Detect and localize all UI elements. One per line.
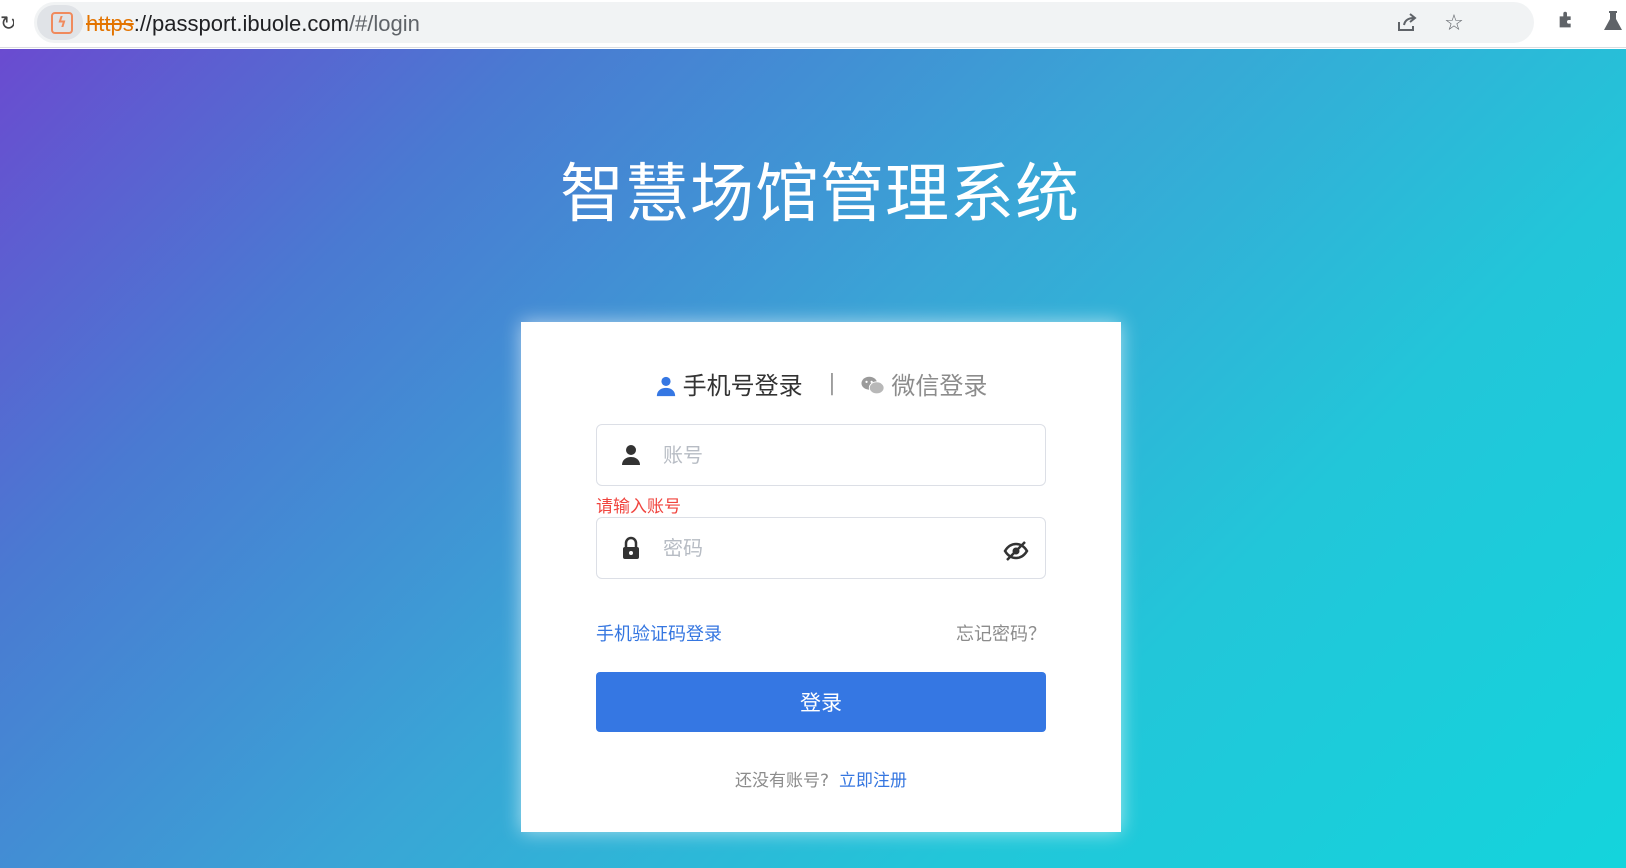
url-scheme: https <box>86 11 134 36</box>
login-card: 手机号登录 | 微信登录 请输入账号 手机验证码登录 忘记密码？ 登录 还没有账… <box>521 322 1121 832</box>
login-links: 手机验证码登录 忘记密码？ <box>596 620 1046 646</box>
account-error-message: 请输入账号 <box>596 497 681 517</box>
url-text[interactable]: https://passport.ibuole.com/#/login <box>86 11 420 37</box>
labs-icon[interactable] <box>1600 9 1626 35</box>
address-bar[interactable]: ϟ https://passport.ibuole.com/#/login ☆ <box>34 2 1534 43</box>
sms-login-link[interactable]: 手机验证码登录 <box>596 620 722 646</box>
page-title: 智慧场馆管理系统 <box>560 158 1080 232</box>
password-input[interactable] <box>663 530 993 566</box>
login-tabs: 手机号登录 | 微信登录 <box>521 366 1121 406</box>
extensions-icon[interactable] <box>1554 9 1580 35</box>
tab-phone-login[interactable]: 手机号登录 <box>655 366 803 401</box>
tab-wechat-login[interactable]: 微信登录 <box>861 366 987 401</box>
register-link[interactable]: 立即注册 <box>839 771 907 791</box>
user-icon <box>656 376 675 397</box>
share-icon[interactable] <box>1394 11 1420 37</box>
password-field[interactable] <box>596 517 1046 579</box>
browser-toolbar: ↻ ϟ https://passport.ibuole.com/#/login … <box>0 0 1626 48</box>
tab-wechat-label: 微信登录 <box>891 372 988 400</box>
eye-off-icon[interactable] <box>1003 540 1029 562</box>
tab-phone-label: 手机号登录 <box>682 372 803 400</box>
url-path: /#/login <box>348 11 420 36</box>
site-info-icon: ϟ <box>51 12 73 34</box>
url-host: ://passport.ibuole.com <box>133 11 349 36</box>
reload-icon[interactable]: ↻ <box>0 10 14 36</box>
user-icon <box>622 445 640 465</box>
site-info-button[interactable]: ϟ <box>37 5 83 40</box>
tab-separator: | <box>828 371 836 396</box>
account-field[interactable] <box>596 424 1046 486</box>
forgot-password-link[interactable]: 忘记密码？ <box>956 620 1046 646</box>
account-input[interactable] <box>663 437 993 473</box>
lock-icon <box>623 536 639 559</box>
register-prompt: 还没有账号? <box>734 771 830 791</box>
wechat-icon <box>861 376 885 395</box>
login-button[interactable]: 登录 <box>596 672 1046 732</box>
bookmark-star-icon[interactable]: ☆ <box>1441 11 1467 37</box>
register-row: 还没有账号? 立即注册 <box>521 766 1121 791</box>
login-page-background: 智慧场馆管理系统 手机号登录 | 微信登录 请输入账号 手机验证码登录 忘记密码… <box>0 49 1626 868</box>
